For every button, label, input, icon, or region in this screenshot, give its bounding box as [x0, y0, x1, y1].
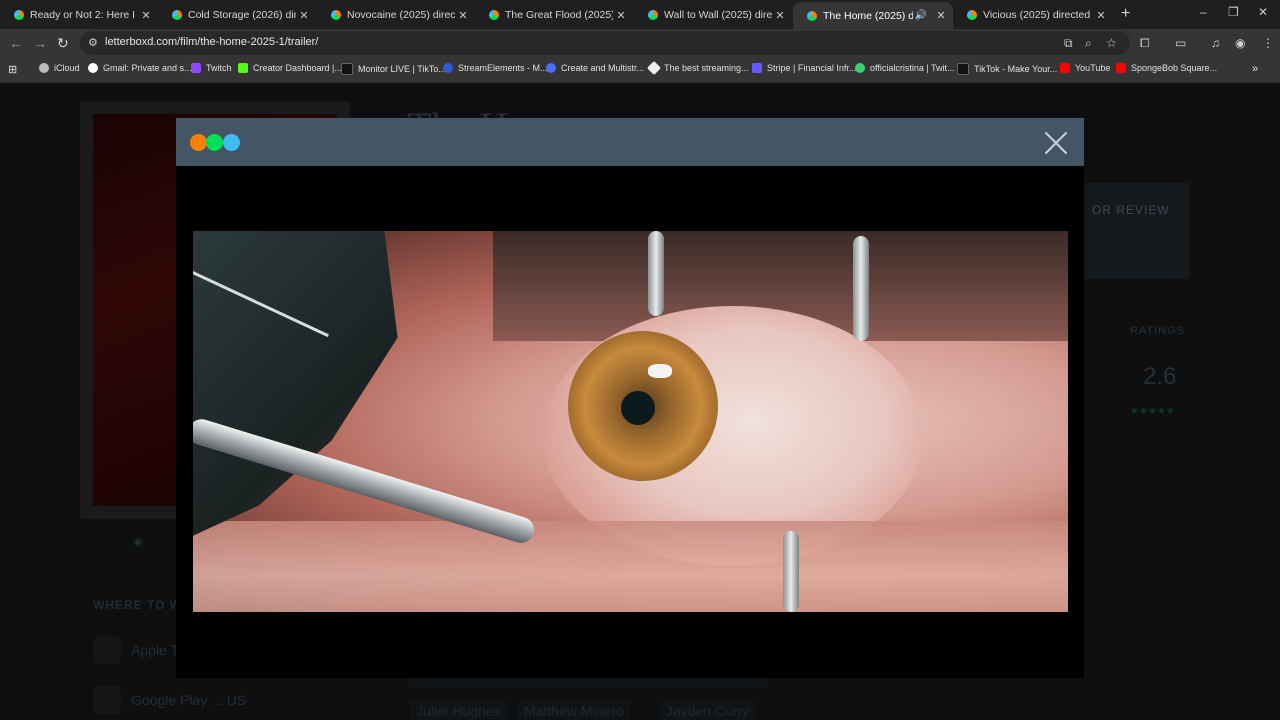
youtube-icon — [1116, 63, 1126, 73]
bookmark-icloud[interactable]: iCloud — [39, 63, 80, 73]
trailer-video[interactable] — [193, 231, 1068, 612]
twitch-icon — [191, 63, 201, 73]
bookmark-stripe[interactable]: Stripe | Financial Infr... — [752, 63, 856, 73]
close-modal-icon[interactable] — [1043, 130, 1069, 156]
eyelid-clamp-image — [853, 236, 869, 341]
tiktok-icon — [957, 63, 969, 75]
ratings-heading: RATINGS — [1130, 325, 1186, 337]
minimize-icon[interactable]: – — [1200, 5, 1207, 19]
close-tab-icon[interactable]: ✕ — [933, 9, 949, 22]
cast-member[interactable]: Jayden Curry — [660, 701, 756, 720]
bookmark-streamelements[interactable]: StreamElements - M... — [443, 63, 548, 73]
zoom-icon[interactable]: ⌕ — [1085, 36, 1092, 51]
service-google-play[interactable]: Google Play ... US — [93, 686, 246, 714]
youtube-icon — [1060, 63, 1070, 73]
new-tab-icon[interactable]: + — [1121, 5, 1130, 23]
letterboxd-blue-dot-icon — [223, 134, 240, 151]
letterboxd-favicon-icon — [967, 10, 977, 20]
close-window-icon[interactable]: ✕ — [1258, 5, 1268, 19]
side-panel-icon[interactable]: ▭ — [1175, 36, 1186, 50]
tab-vicious[interactable]: Vicious (2025) directed by Brya✕ — [953, 3, 1113, 27]
forward-icon[interactable]: → — [33, 35, 47, 51]
modal-header — [176, 118, 1084, 166]
tab-great-flood[interactable]: The Great Flood (2025) directe✕ — [475, 3, 633, 27]
back-icon[interactable]: ← — [9, 35, 23, 51]
bookmark-star-icon[interactable]: ☆ — [1106, 36, 1117, 50]
tab-cold-storage[interactable]: Cold Storage (2026) directed by✕ — [158, 3, 316, 27]
bookmark-monitor-live[interactable]: Monitor LIVE | TikTo... — [341, 63, 446, 75]
bookmark-twitch[interactable]: Twitch — [191, 63, 232, 73]
tab-the-home[interactable]: The Home (2025) directed🔊✕ — [793, 2, 953, 29]
review-link[interactable]: OR REVIEW — [1092, 203, 1170, 217]
profile-icon[interactable]: ◉ — [1235, 36, 1245, 50]
diamond-icon — [646, 60, 662, 76]
close-tab-icon[interactable]: ✕ — [772, 9, 788, 22]
letterboxd-green-dot-icon — [206, 134, 223, 151]
bookmark-creator-dashboard[interactable]: Creator Dashboard |... — [238, 63, 342, 73]
cast-icon[interactable]: ⧉ — [1064, 36, 1073, 51]
letterboxd-favicon-icon — [14, 10, 24, 20]
profile-favicon-icon — [855, 63, 865, 73]
letterboxd-favicon-icon — [331, 10, 341, 20]
extensions-icon[interactable]: ⧠ — [1140, 36, 1150, 51]
google-icon — [88, 63, 98, 73]
average-rating: 2.6 — [1143, 363, 1177, 390]
restream-icon — [546, 63, 556, 73]
where-to-watch-heading: WHERE TO W — [93, 598, 183, 612]
address-bar[interactable]: ⚙ letterboxd.com/film/the-home-2025-1/tr… — [80, 31, 1130, 55]
letterboxd-favicon-icon — [172, 10, 182, 20]
eyelid-clamp-image — [783, 531, 799, 612]
streamelements-icon — [443, 63, 453, 73]
media-controls-icon[interactable]: ♫ — [1211, 36, 1220, 50]
tiktok-icon — [341, 63, 353, 75]
bookmark-tiktok[interactable]: TikTok - Make Your... — [957, 63, 1057, 75]
review-panel — [1082, 183, 1190, 279]
trailer-modal — [176, 118, 1084, 678]
kick-icon — [238, 63, 248, 73]
tab-ready-or-not[interactable]: Ready or Not 2: Here I Come (2✕ — [0, 3, 158, 27]
speaker-icon[interactable]: 🔊 — [913, 10, 929, 21]
letterboxd-favicon-icon — [648, 10, 658, 20]
reload-icon[interactable]: ↻ — [57, 35, 69, 52]
close-tab-icon[interactable]: ✕ — [138, 9, 154, 22]
bookmark-officialcristina[interactable]: officialcristina | Twit... — [855, 63, 955, 73]
close-tab-icon[interactable]: ✕ — [613, 9, 629, 22]
cast-member[interactable]: Matthew Minero — [518, 701, 630, 720]
rating-stars: ★★★★★ — [1130, 406, 1175, 417]
menu-icon[interactable]: ⋮ — [1262, 36, 1274, 50]
close-tab-icon[interactable]: ✕ — [296, 9, 312, 22]
google-play-icon — [93, 686, 121, 714]
letterboxd-favicon-icon — [807, 10, 817, 21]
bookmarks-bar: ⊞ iCloud Gmail: Private and s... Twitch … — [0, 58, 1280, 83]
restore-icon[interactable]: ❐ — [1228, 5, 1239, 19]
letterboxd-orange-dot-icon — [190, 134, 207, 151]
apple-icon — [39, 63, 49, 73]
close-tab-icon[interactable]: ✕ — [455, 9, 471, 22]
close-tab-icon[interactable]: ✕ — [1093, 9, 1109, 22]
url-text[interactable]: letterboxd.com/film/the-home-2025-1/trai… — [105, 36, 318, 48]
bookmark-best-streaming[interactable]: The best streaming... — [646, 60, 749, 76]
tab-novocaine[interactable]: Novocaine (2025) directed by I✕ — [317, 3, 475, 27]
tab-wall-to-wall[interactable]: Wall to Wall (2025) directed by✕ — [634, 3, 792, 27]
bookmark-restream[interactable]: Create and Multistr... — [546, 63, 644, 73]
bookmark-gmail[interactable]: Gmail: Private and s... — [88, 63, 192, 73]
apple-tv-icon — [93, 636, 121, 664]
bookmark-spongebob[interactable]: SpongeBob Square... — [1116, 63, 1217, 73]
service-apple-tv[interactable]: Apple T — [93, 636, 179, 664]
bookmark-youtube[interactable]: YouTube — [1060, 63, 1110, 73]
stripe-icon — [752, 63, 762, 73]
apps-grid-icon[interactable]: ⊞ — [8, 63, 17, 76]
eye-icon: ◉ — [133, 536, 143, 548]
letterboxd-favicon-icon — [489, 10, 499, 20]
site-info-icon[interactable]: ⚙ — [88, 36, 100, 49]
eyelid-clamp-image — [648, 231, 664, 316]
tab-strip: Ready or Not 2: Here I Come (2✕ Cold Sto… — [0, 0, 1280, 29]
more-bookmarks-icon[interactable]: » — [1252, 63, 1258, 75]
cast-member[interactable]: Juliet Hughes — [410, 701, 507, 720]
browser-toolbar: ← → ↻ ⚙ letterboxd.com/film/the-home-202… — [0, 29, 1280, 58]
